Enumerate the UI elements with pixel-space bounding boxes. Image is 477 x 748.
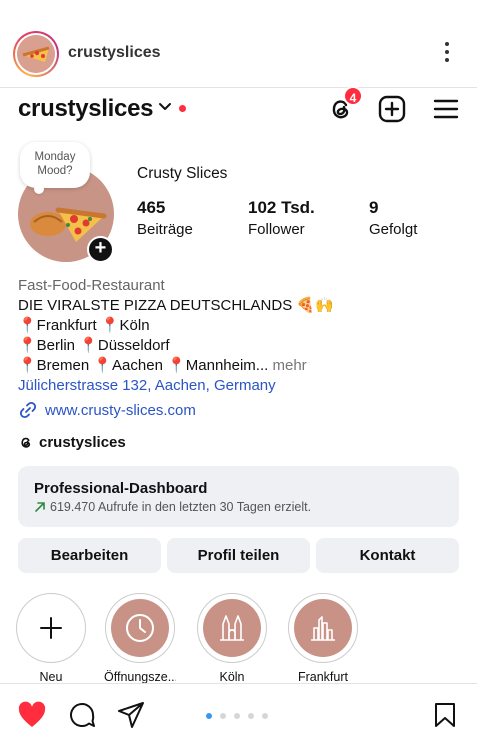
dashboard-subtitle: 619.470 Aufrufe in den letzten 30 Tagen … (50, 500, 312, 514)
professional-dashboard[interactable]: Professional-Dashboard 619.470 Aufrufe i… (18, 466, 459, 527)
trend-up-icon (35, 502, 45, 512)
bio-headline: DIE VIRALSTE PIZZA DEUTSCHLANDS 🍕🙌 (18, 297, 334, 314)
bio: Fast-Food-Restaurant DIE VIRALSTE PIZZA … (18, 276, 458, 396)
more-options-icon[interactable] (440, 42, 454, 66)
stat-followers-value: 102 Tsd. (248, 198, 315, 217)
highlight-koeln[interactable]: Köln (196, 593, 268, 684)
cathedral-icon (220, 615, 244, 641)
highlight-label: Köln (219, 670, 245, 684)
skyline-icon (311, 616, 335, 641)
threads-small-icon (21, 437, 31, 448)
pizza-logo-icon (17, 35, 55, 73)
plus-icon (40, 617, 62, 639)
carousel-dot (206, 713, 212, 719)
bio-more-link[interactable]: mehr (272, 357, 306, 374)
new-highlight-ring (16, 593, 86, 663)
threads-notification-badge: 4 (343, 86, 363, 106)
header-username[interactable]: crustyslices (68, 44, 161, 62)
threads-profile-link[interactable]: crustyslices (18, 434, 126, 451)
comment-icon[interactable] (67, 700, 97, 730)
highlight-ring (197, 593, 267, 663)
stat-followers[interactable]: 102 Tsd. Follower (248, 198, 315, 238)
bio-line-3-row: 📍Bremen 📍Aachen 📍Mannheim... mehr (18, 356, 458, 376)
carousel-dot (248, 713, 254, 719)
highlight-ring (288, 593, 358, 663)
stat-followers-label: Follower (248, 221, 305, 238)
header-avatar[interactable] (13, 31, 59, 77)
notification-dot (179, 105, 186, 112)
highlight-frankfurt[interactable]: Frankfurt (287, 593, 359, 684)
share-profile-button[interactable]: Profil teilen (167, 538, 310, 573)
highlight-ring (105, 593, 175, 663)
add-story-icon[interactable]: + (87, 236, 114, 263)
stat-following-value: 9 (369, 198, 379, 217)
bio-address-link[interactable]: Jülicherstrasse 132, Aachen, Germany (18, 376, 458, 396)
carousel-dot (234, 713, 240, 719)
clock-icon (126, 614, 154, 642)
menu-icon[interactable] (432, 95, 460, 123)
post-action-bar (0, 683, 477, 748)
carousel-dot (220, 713, 226, 719)
dashboard-subtitle-row: 619.470 Aufrufe in den letzten 30 Tagen … (34, 500, 443, 514)
carousel-dot (262, 713, 268, 719)
highlight-label: Öffnungsze... (104, 670, 176, 684)
heart-icon[interactable] (17, 701, 47, 729)
chevron-down-icon[interactable] (158, 101, 172, 113)
post-header-bar: crustyslices (0, 0, 477, 88)
stat-following-label: Gefolgt (369, 221, 418, 238)
display-name: Crusty Slices (137, 165, 228, 182)
stat-following[interactable]: 9 Gefolgt (369, 198, 417, 238)
create-post-icon[interactable] (378, 95, 406, 123)
threads-handle: crustyslices (39, 434, 126, 451)
stat-posts-value: 465 (137, 198, 166, 217)
bio-line-2: 📍Berlin 📍Düsseldorf (18, 337, 170, 354)
website-row[interactable]: www.crusty-slices.com (18, 400, 196, 420)
highlight-opening-hours[interactable]: Öffnungsze... (104, 593, 176, 684)
bio-line-1: 📍Frankfurt 📍Köln (18, 317, 150, 334)
link-icon (19, 401, 37, 419)
website-link[interactable]: www.crusty-slices.com (45, 402, 196, 419)
note-bubble[interactable]: Monday Mood? (20, 142, 90, 194)
profile-username[interactable]: crustyslices (18, 95, 153, 123)
stat-posts[interactable]: 465 Beiträge (137, 198, 193, 238)
carousel-dots (206, 713, 268, 719)
bio-category: Fast-Food-Restaurant (18, 277, 165, 294)
share-icon[interactable] (116, 700, 146, 730)
bio-line-3: 📍Bremen 📍Aachen 📍Mannheim... (18, 357, 269, 374)
dashboard-title: Professional-Dashboard (34, 480, 208, 497)
highlight-label: Neu (39, 670, 63, 684)
bookmark-icon[interactable] (432, 701, 458, 729)
highlight-label: Frankfurt (297, 670, 348, 684)
edit-profile-button[interactable]: Bearbeiten (18, 538, 161, 573)
contact-button[interactable]: Kontakt (316, 538, 459, 573)
stat-posts-label: Beiträge (137, 221, 193, 238)
highlight-new[interactable]: Neu (15, 593, 87, 684)
